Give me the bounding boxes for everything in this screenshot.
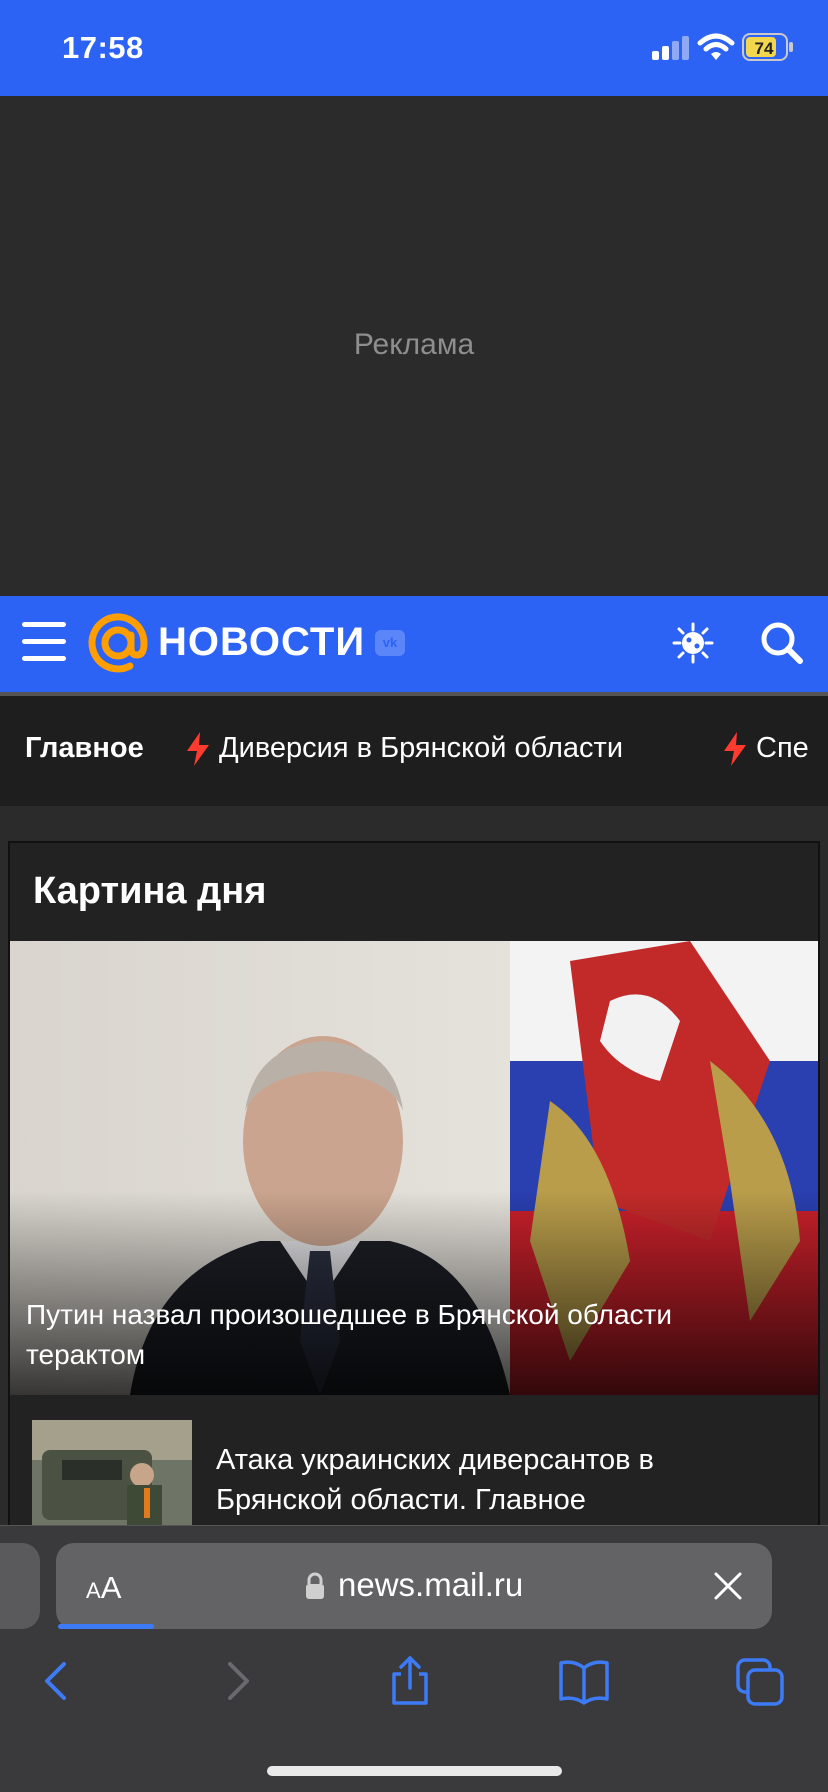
news-item-title[interactable]: Атака украинских диверсантов в Брянской … [216, 1440, 776, 1520]
aa-small: A [86, 1578, 101, 1603]
reader-options-button[interactable]: AA [86, 1570, 121, 1606]
tab-topic-label: Диверсия в Брянской области [219, 732, 624, 764]
home-indicator[interactable] [267, 1766, 562, 1776]
browser-divider [0, 1525, 828, 1526]
signal-icon [652, 36, 689, 60]
news-thumbnail[interactable] [32, 1420, 192, 1530]
bookmarks-icon[interactable] [558, 1656, 610, 1706]
page-load-progress [58, 1624, 154, 1629]
previous-tab-peek[interactable] [0, 1543, 40, 1629]
url-text[interactable]: news.mail.ru [338, 1566, 523, 1604]
lightning-icon [724, 732, 746, 767]
lock-icon [306, 1572, 324, 1599]
tab-topic[interactable]: Спе [722, 732, 809, 767]
battery-icon: 74 [742, 33, 794, 61]
share-icon[interactable] [384, 1656, 436, 1706]
card-title: Картина дня [33, 870, 267, 912]
close-icon[interactable] [712, 1570, 744, 1602]
battery-level: 74 [755, 39, 774, 58]
status-time: 17:58 [62, 30, 144, 65]
back-icon[interactable] [32, 1656, 84, 1706]
menu-icon[interactable] [22, 622, 68, 662]
ad-label: Реклама [353, 328, 475, 361]
topic-tabs: Главное Диверсия в Брянской области Спе [0, 696, 828, 806]
tab-topic-label: Спе [756, 732, 809, 764]
site-logo-text[interactable]: НОВОСТИ [158, 620, 365, 665]
tab-main[interactable]: Главное [25, 732, 144, 765]
search-icon[interactable] [759, 620, 805, 666]
hero-caption[interactable]: Путин назвал произошедшее в Брянской обл… [26, 1295, 786, 1375]
lightning-icon [187, 732, 209, 767]
forward-icon[interactable] [210, 1656, 262, 1706]
aa-big: A [100, 1570, 122, 1605]
wifi-icon [697, 33, 735, 60]
tab-topic[interactable]: Диверсия в Брянской области [185, 732, 624, 767]
vk-badge: vk [375, 630, 405, 656]
tabs-icon[interactable] [734, 1656, 786, 1706]
virus-icon[interactable] [670, 620, 716, 666]
mail-logo-icon[interactable] [88, 613, 148, 673]
